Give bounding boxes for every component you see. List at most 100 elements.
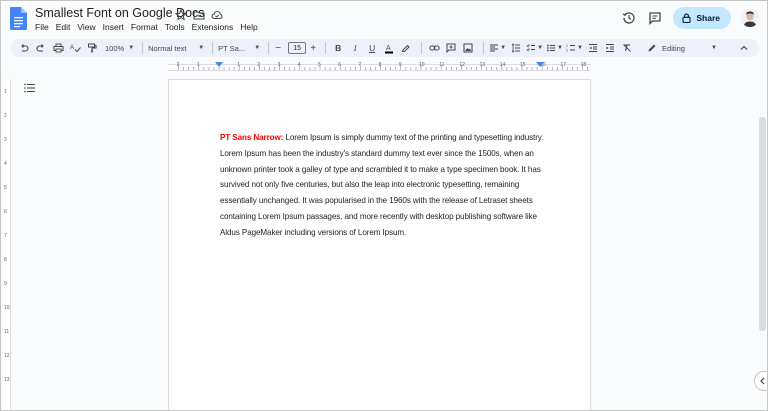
editing-mode-dropdown[interactable]: Editing ▼ — [647, 39, 717, 57]
line-spacing-icon[interactable] — [509, 40, 523, 56]
formatting-toolbar: A 100% ▼ Normal text ▼ PT Sa... ▼ − 15 +… — [11, 39, 759, 57]
menu-bar: File Edit View Insert Format Tools Exten… — [35, 22, 265, 32]
chevron-down-icon: ▼ — [128, 45, 135, 51]
vertical-ruler-number: 2 — [4, 113, 7, 119]
svg-text:2: 2 — [566, 49, 568, 53]
title-actions — [174, 8, 223, 21]
font-size-input[interactable]: 15 — [288, 42, 307, 54]
zoom-value: 100% — [105, 43, 125, 53]
paragraph-style-dropdown[interactable]: Normal text ▼ — [148, 44, 204, 53]
star-icon[interactable] — [174, 8, 188, 21]
vertical-ruler-number: 13 — [4, 377, 10, 383]
menu-extensions[interactable]: Extensions — [192, 22, 239, 32]
undo-icon[interactable] — [17, 40, 31, 56]
side-panel-toggle-button[interactable] — [754, 371, 767, 391]
decrease-indent-icon[interactable] — [586, 40, 600, 56]
share-button[interactable]: Share — [673, 7, 731, 29]
menu-help[interactable]: Help — [240, 22, 262, 32]
move-folder-icon[interactable] — [193, 8, 205, 20]
ruler-number: 14 — [499, 62, 506, 68]
ruler-number: 9 — [398, 62, 402, 68]
ruler-number: 2 — [257, 62, 261, 68]
font-family-dropdown[interactable]: PT Sa... ▼ — [218, 44, 260, 53]
ruler-number: 3 — [277, 62, 281, 68]
document-body[interactable]: PT Sans Narrow: Lorem Ipsum is simply du… — [220, 130, 545, 241]
scrollbar-thumb[interactable] — [759, 117, 766, 331]
menu-view[interactable]: View — [77, 22, 100, 32]
ruler-number: 4 — [297, 62, 301, 68]
version-history-icon[interactable] — [621, 10, 637, 26]
lorem-ipsum-paragraph: Lorem Ipsum is simply dummy text of the … — [220, 133, 544, 237]
vertical-ruler-number: 6 — [4, 209, 7, 215]
text-color-icon[interactable]: A — [382, 40, 396, 56]
highlight-color-icon[interactable] — [399, 40, 413, 56]
font-name-label: PT Sans Narrow: — [220, 133, 284, 142]
redo-icon[interactable] — [34, 40, 48, 56]
underline-icon[interactable]: U — [365, 40, 379, 56]
menu-insert[interactable]: Insert — [103, 22, 129, 32]
ruler-number: 15 — [520, 62, 526, 68]
ruler-number: 1 — [196, 62, 200, 68]
header-actions: Share — [621, 7, 759, 29]
share-label: Share — [696, 13, 720, 23]
spellcheck-icon[interactable]: A — [68, 40, 82, 56]
increase-indent-icon[interactable] — [603, 40, 617, 56]
pencil-icon — [648, 44, 656, 52]
clear-formatting-icon[interactable] — [620, 40, 634, 56]
ruler-number: 11 — [439, 62, 445, 68]
chevron-down-icon: ▼ — [711, 45, 717, 51]
toolbar-divider — [142, 42, 144, 54]
add-comment-icon[interactable] — [444, 40, 458, 56]
decrease-font-size-button[interactable]: − — [274, 40, 282, 56]
vertical-ruler-number: 7 — [4, 233, 7, 239]
insert-link-icon[interactable] — [427, 40, 441, 56]
ruler-number: 17 — [560, 62, 566, 68]
bold-icon[interactable]: B — [331, 40, 345, 56]
editing-mode-label: Editing — [662, 43, 685, 53]
menu-edit[interactable]: Edit — [56, 22, 76, 32]
document-page[interactable]: PT Sans Narrow: Lorem Ipsum is simply du… — [168, 79, 591, 410]
vertical-scrollbar[interactable] — [758, 79, 767, 410]
menu-tools[interactable]: Tools — [165, 22, 190, 32]
vertical-ruler-number: 12 — [4, 353, 10, 359]
zoom-dropdown[interactable]: 100% ▼ — [105, 44, 134, 53]
chevron-left-icon — [760, 377, 765, 385]
svg-text:A: A — [386, 45, 391, 52]
comments-icon[interactable] — [647, 10, 663, 26]
chevron-up-icon — [740, 45, 748, 50]
svg-text:1: 1 — [566, 44, 568, 48]
checklist-icon[interactable]: ▼ — [526, 40, 543, 56]
align-icon[interactable]: ▼ — [489, 40, 506, 56]
ruler-number: 12 — [459, 62, 465, 68]
ruler-number: 5 — [318, 62, 321, 68]
paint-format-icon[interactable] — [85, 40, 99, 56]
numbered-list-icon[interactable]: 1 2 ▼ — [566, 40, 583, 56]
insert-image-icon[interactable] — [461, 40, 475, 56]
docs-window: Smallest Font on Google Docs File Edit V… — [0, 0, 768, 411]
document-outline-icon[interactable] — [24, 83, 36, 93]
avatar[interactable] — [741, 9, 759, 27]
menu-format[interactable]: Format — [131, 22, 163, 32]
bulleted-list-icon[interactable]: ▼ — [546, 40, 563, 56]
vertical-ruler-number: 5 — [4, 185, 7, 191]
hide-menus-button[interactable] — [739, 40, 749, 56]
paragraph-style-value: Normal text — [148, 43, 187, 53]
left-indent-marker-icon[interactable] — [215, 62, 223, 68]
horizontal-ruler[interactable]: 2 1 1 2 3 4 5 6 7 8 9 10 11 12 13 14 15 16 17 18 — [168, 61, 591, 73]
vertical-ruler[interactable]: 1 2 3 4 5 6 7 8 9 10 11 12 13 — [3, 79, 11, 410]
vertical-ruler-number: 4 — [4, 161, 7, 167]
toolbar-divider — [325, 42, 327, 54]
menu-file[interactable]: File — [35, 22, 54, 32]
vertical-ruler-number: 10 — [4, 305, 10, 311]
chevron-down-icon: ▼ — [198, 45, 205, 51]
ruler-number: 1 — [237, 62, 240, 68]
print-icon[interactable] — [51, 40, 65, 56]
italic-icon[interactable]: I — [348, 40, 362, 56]
chevron-down-icon: ▼ — [254, 45, 261, 51]
docs-logo-icon[interactable] — [10, 7, 27, 30]
right-indent-marker-icon[interactable] — [536, 62, 544, 68]
cloud-saved-icon[interactable] — [211, 8, 223, 20]
font-family-value: PT Sa... — [218, 43, 246, 53]
increase-font-size-button[interactable]: + — [309, 40, 317, 56]
lock-icon — [682, 13, 691, 23]
